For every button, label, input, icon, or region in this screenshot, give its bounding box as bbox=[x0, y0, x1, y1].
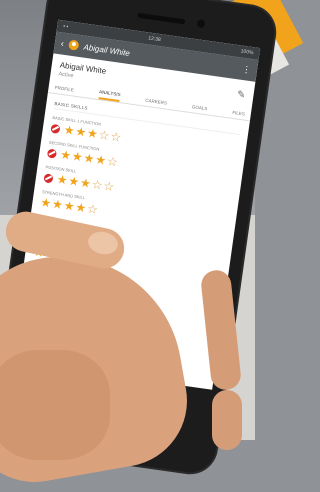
star-icon[interactable]: ★ bbox=[68, 174, 81, 189]
status-time: 12:38 bbox=[147, 35, 162, 44]
star-icon[interactable]: ★ bbox=[71, 149, 84, 164]
edit-icon[interactable]: ✎ bbox=[236, 89, 246, 101]
no-entry-icon[interactable] bbox=[43, 172, 54, 183]
star-icon[interactable]: ☆ bbox=[103, 179, 116, 194]
star-icon[interactable]: ★ bbox=[40, 195, 53, 210]
no-entry-icon[interactable] bbox=[46, 148, 58, 159]
star-icon[interactable]: ★ bbox=[75, 124, 88, 139]
star-icon[interactable]: ★ bbox=[94, 152, 107, 167]
star-icon[interactable]: ☆ bbox=[91, 177, 104, 192]
status-icons: ▪ ▪ bbox=[62, 23, 69, 31]
star-icon[interactable]: ☆ bbox=[98, 128, 111, 143]
arrow-left-icon[interactable]: ‹ bbox=[60, 38, 64, 48]
star-icon[interactable]: ☆ bbox=[86, 202, 99, 217]
phone-camera bbox=[196, 19, 206, 29]
tab-files[interactable]: FILES bbox=[232, 110, 245, 120]
phone-speaker bbox=[137, 12, 186, 25]
star-icon[interactable]: ★ bbox=[86, 126, 99, 141]
user-avatar-icon bbox=[68, 39, 80, 51]
star-icon[interactable]: ☆ bbox=[110, 129, 123, 144]
star-icon[interactable]: ★ bbox=[63, 123, 76, 138]
hand-finger-right-lower bbox=[212, 390, 242, 450]
no-entry-icon[interactable] bbox=[50, 123, 61, 134]
star-icon[interactable]: ☆ bbox=[106, 154, 119, 169]
star-icon[interactable]: ★ bbox=[63, 198, 76, 213]
star-icon[interactable]: ★ bbox=[75, 200, 88, 215]
star-icon[interactable]: ★ bbox=[59, 147, 72, 162]
star-icon[interactable]: ★ bbox=[51, 197, 64, 212]
hand-wrist bbox=[0, 350, 110, 460]
star-icon[interactable]: ★ bbox=[56, 172, 69, 187]
status-battery: 100% bbox=[240, 48, 254, 57]
more-vert-icon[interactable]: ⋮ bbox=[241, 63, 251, 75]
star-icon[interactable]: ★ bbox=[79, 175, 92, 190]
star-icon[interactable]: ★ bbox=[83, 151, 96, 166]
